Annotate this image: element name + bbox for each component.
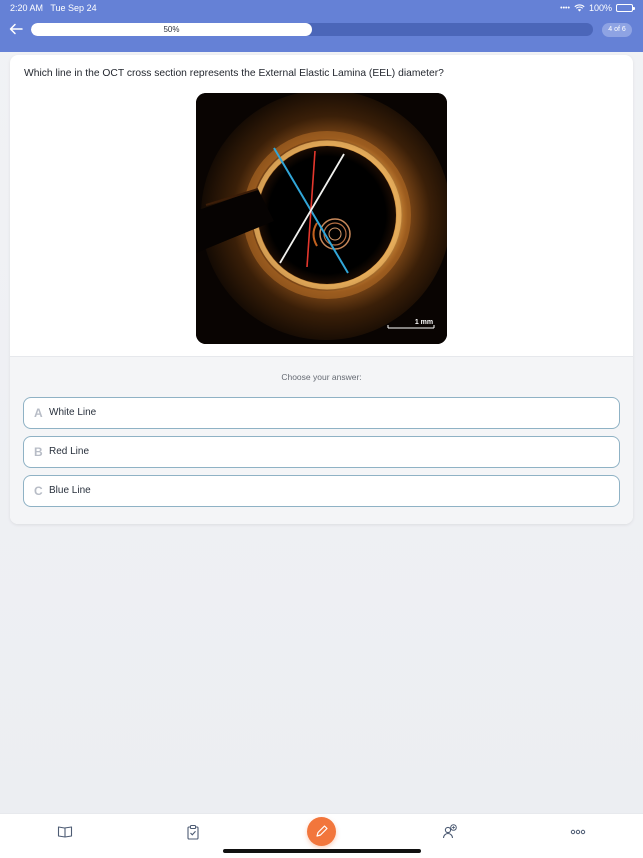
progress-bar: 50% [31, 23, 593, 36]
question-card: Which line in the OCT cross section repr… [10, 55, 633, 524]
option-letter: C [34, 484, 43, 498]
answer-option-c[interactable]: C Blue Line [23, 475, 620, 507]
battery-icon [616, 4, 635, 12]
clipboard-icon [187, 825, 199, 840]
arrow-left-icon [9, 23, 23, 35]
option-label: White Line [49, 407, 97, 418]
answer-option-b[interactable]: B Red Line [23, 436, 620, 468]
tasks-tab[interactable] [185, 824, 201, 840]
people-icon [442, 824, 457, 839]
option-letter: B [34, 445, 43, 459]
back-button[interactable] [8, 21, 26, 37]
compose-button[interactable] [307, 817, 336, 846]
option-label: Blue Line [49, 485, 91, 496]
wifi-icon [574, 4, 585, 12]
answer-option-a[interactable]: A White Line [23, 397, 620, 429]
top-header: 2:20 AM Tue Sep 24 •••• 100% 50% 4 of 6 [0, 0, 643, 52]
library-tab[interactable] [57, 824, 73, 840]
more-icon [570, 829, 586, 835]
status-time: 2:20 AM Tue Sep 24 [10, 3, 97, 13]
status-time-text: 2:20 AM [10, 3, 44, 13]
progress-label: 50% [163, 25, 180, 34]
option-label: Red Line [49, 446, 90, 457]
answer-prompt: Choose your answer: [281, 372, 362, 382]
home-indicator [223, 849, 421, 853]
status-date-text: Tue Sep 24 [50, 3, 97, 13]
status-bar: 2:20 AM Tue Sep 24 •••• 100% [0, 0, 643, 16]
scale-label: 1 mm [415, 319, 433, 326]
question-counter: 4 of 6 [602, 23, 632, 37]
pencil-icon [316, 825, 328, 837]
option-letter: A [34, 406, 43, 420]
battery-percent: 100% [588, 3, 612, 13]
answer-section: Choose your answer: A White Line B Red L… [10, 356, 633, 524]
oct-illustration: 1 mm [196, 93, 447, 344]
status-indicators: •••• 100% [560, 3, 635, 13]
book-icon [57, 826, 73, 838]
signal-dots-icon: •••• [560, 4, 570, 12]
more-tab[interactable] [570, 824, 586, 840]
oct-cross-section-image: 1 mm [196, 93, 447, 344]
question-text: Which line in the OCT cross section repr… [24, 68, 444, 79]
people-tab[interactable] [442, 824, 458, 840]
